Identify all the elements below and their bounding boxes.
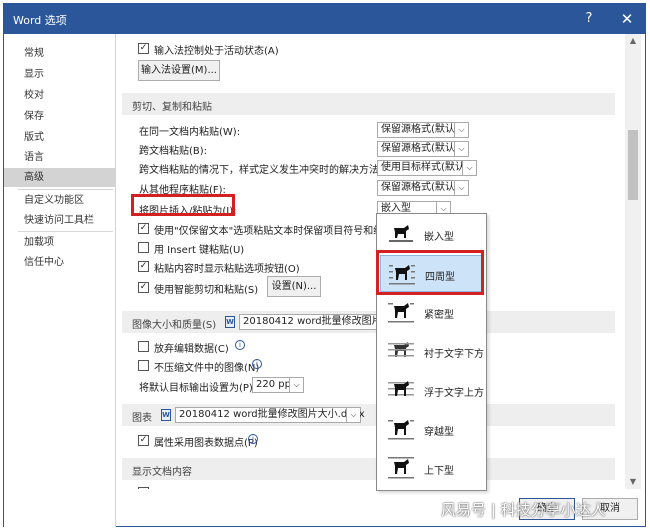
paste-cross-doc-label: 跨文档粘贴(B): — [139, 146, 208, 157]
scroll-thumb[interactable] — [628, 130, 638, 200]
smart-cut-paste-checkbox[interactable]: ✓ — [138, 282, 149, 293]
wrap-inline-icon — [389, 225, 413, 242]
watermark: 风易号 | 科技分享小达人 — [441, 501, 606, 519]
chart-props-label: 属性采用图表数据点(P) — [154, 438, 258, 449]
wrap-option-tight[interactable]: 紧密型 — [380, 294, 483, 331]
image-doc-select[interactable]: 20180412 word批量修改图片大小 — [239, 314, 402, 330]
wrap-option-in-front[interactable]: 浮于文字上方 — [380, 372, 484, 409]
wrap-in-front-icon — [388, 381, 414, 396]
wrap-style-dropdown: 嵌入型 四周型 紧密型 衬于文字下方 浮于文字上方 穿越型 上下型 — [376, 213, 487, 491]
chart-props-checkbox[interactable]: ✓ — [138, 435, 149, 446]
section-show-doc: 显示文档内容 — [122, 458, 615, 480]
sidebar: 常规 显示 校对 保存 版式 语言 高级 自定义功能区 快速访问工具栏 加载项 … — [4, 34, 116, 527]
chevron-down-icon: ⌵ — [454, 142, 468, 156]
info-icon: i — [248, 434, 258, 444]
insert-picture-label: 将图片插入/粘贴为(I): — [139, 206, 237, 217]
word-document-icon: W — [161, 409, 171, 421]
discard-edit-data-label: 放弃编辑数据(C) — [154, 344, 229, 355]
chevron-down-icon: ⌵ — [454, 181, 468, 195]
paste-same-doc-select[interactable]: 保留源格式(默认) ⌵ — [377, 122, 469, 138]
wrap-option-square[interactable]: 四周型 — [380, 255, 483, 292]
ime-active-label: 输入法控制处于活动状态(A) — [154, 46, 279, 57]
keep-bullets-label: 使用"仅保留文本"选项粘贴文本时保留项目符号和编号(L) — [154, 226, 407, 237]
wrap-through-icon — [388, 420, 414, 440]
word-document-icon: W — [225, 316, 235, 328]
section-title: 图表 — [132, 413, 152, 424]
show-paste-options-checkbox[interactable]: ✓ — [138, 261, 149, 272]
default-output-select[interactable]: 220 ppi ⌵ — [252, 377, 304, 393]
paste-other-program-select[interactable]: 保留源格式(默认) ⌵ — [377, 180, 469, 196]
no-compress-label: 不压缩文件中的图像(N) — [154, 363, 260, 374]
wrap-option-top-bottom[interactable]: 上下型 — [380, 450, 483, 487]
info-icon: i — [235, 340, 245, 350]
insert-key-paste-label: 用 Insert 键粘贴(U) — [154, 245, 245, 256]
sidebar-item-general[interactable]: 常规 — [4, 44, 116, 63]
chevron-down-icon: ⌵ — [454, 123, 468, 137]
sidebar-item-layout[interactable]: 版式 — [4, 128, 116, 147]
default-output-label: 将默认目标输出设置为(P): — [139, 383, 257, 394]
partial-checkbox[interactable] — [138, 487, 149, 489]
paste-cross-doc-select[interactable]: 保留源格式(默认) ⌵ — [377, 141, 469, 157]
section-chart: 图表 W 20180412 word批量修改图片大小.docx ⌵ — [122, 404, 615, 426]
sidebar-item-language[interactable]: 语言 — [4, 148, 116, 167]
no-compress-checkbox[interactable] — [138, 360, 149, 371]
sidebar-item-trust-center[interactable]: 信任中心 — [4, 253, 116, 272]
sidebar-divider — [18, 231, 113, 232]
wrap-tight-icon — [388, 303, 414, 323]
scrollbar[interactable]: ▲ ▼ — [625, 34, 641, 489]
options-panel: ✓ 输入法控制处于活动状态(A) 输入法设置(M)... 剪切、复制和粘贴 在同… — [117, 34, 625, 489]
sidebar-item-proofing[interactable]: 校对 — [4, 86, 116, 105]
sidebar-item-display[interactable]: 显示 — [4, 65, 116, 84]
scroll-down-icon[interactable]: ▼ — [625, 475, 641, 489]
paste-other-program-label: 从其他程序粘贴(F): — [139, 185, 226, 196]
window-title: Word 选项 — [13, 14, 67, 27]
wrap-behind-text-icon — [388, 342, 414, 357]
sidebar-divider — [18, 189, 113, 190]
section-cut-copy-paste: 剪切、复制和粘贴 — [122, 93, 615, 115]
section-image-size: 图像大小和质量(S) W 20180412 word批量修改图片大小 — [122, 311, 615, 333]
sidebar-item-advanced[interactable]: 高级 — [4, 168, 116, 187]
paste-style-conflict-label: 跨文档粘贴的情况下，样式定义发生冲突时的解决方法(E): — [139, 165, 397, 176]
show-paste-options-label: 粘贴内容时显示粘贴选项按钮(O) — [154, 264, 300, 275]
ime-settings-button[interactable]: 输入法设置(M)... — [138, 60, 220, 81]
sidebar-item-save[interactable]: 保存 — [4, 107, 116, 126]
chevron-down-icon: ⌵ — [289, 378, 303, 392]
wrap-square-icon — [389, 265, 415, 285]
sidebar-item-customize-ribbon[interactable]: 自定义功能区 — [4, 191, 116, 210]
discard-edit-data-checkbox[interactable] — [138, 341, 149, 352]
sidebar-item-quick-access[interactable]: 快速访问工具栏 — [4, 211, 116, 230]
word-options-window: Word 选项 ? ✕ 常规 显示 校对 保存 版式 语言 高级 自定义功能区 … — [3, 3, 646, 527]
ime-active-checkbox[interactable]: ✓ — [138, 43, 149, 54]
title-bar: Word 选项 ? ✕ — [4, 4, 645, 34]
smart-cut-paste-label: 使用智能剪切和粘贴(S) — [154, 285, 259, 296]
sidebar-item-addins[interactable]: 加载项 — [4, 233, 116, 252]
wrap-option-through[interactable]: 穿越型 — [380, 411, 483, 448]
insert-key-paste-checkbox[interactable] — [138, 242, 149, 253]
wrap-option-inline[interactable]: 嵌入型 — [380, 216, 483, 253]
help-button[interactable]: ? — [576, 7, 602, 31]
scroll-up-icon[interactable]: ▲ — [625, 34, 641, 48]
chart-doc-select[interactable]: 20180412 word批量修改图片大小.docx ⌵ — [175, 407, 365, 423]
chevron-down-icon: ⌵ — [346, 408, 360, 422]
close-button[interactable]: ✕ — [614, 7, 640, 31]
info-icon: i — [252, 359, 262, 369]
paste-style-conflict-select[interactable]: 使用目标样式(默认) ⌵ — [377, 160, 477, 176]
keep-bullets-checkbox[interactable]: ✓ — [138, 223, 149, 234]
paste-settings-button[interactable]: 设置(N)... — [267, 276, 321, 297]
section-title: 剪切、复制和粘贴 — [132, 102, 212, 113]
section-title: 图像大小和质量(S) — [132, 320, 217, 331]
paste-same-doc-label: 在同一文档内粘贴(W): — [139, 127, 241, 138]
wrap-top-bottom-icon — [388, 457, 414, 479]
chevron-down-icon: ⌵ — [462, 161, 476, 175]
wrap-option-behind-text[interactable]: 衬于文字下方 — [380, 333, 484, 370]
section-title: 显示文档内容 — [132, 467, 192, 478]
